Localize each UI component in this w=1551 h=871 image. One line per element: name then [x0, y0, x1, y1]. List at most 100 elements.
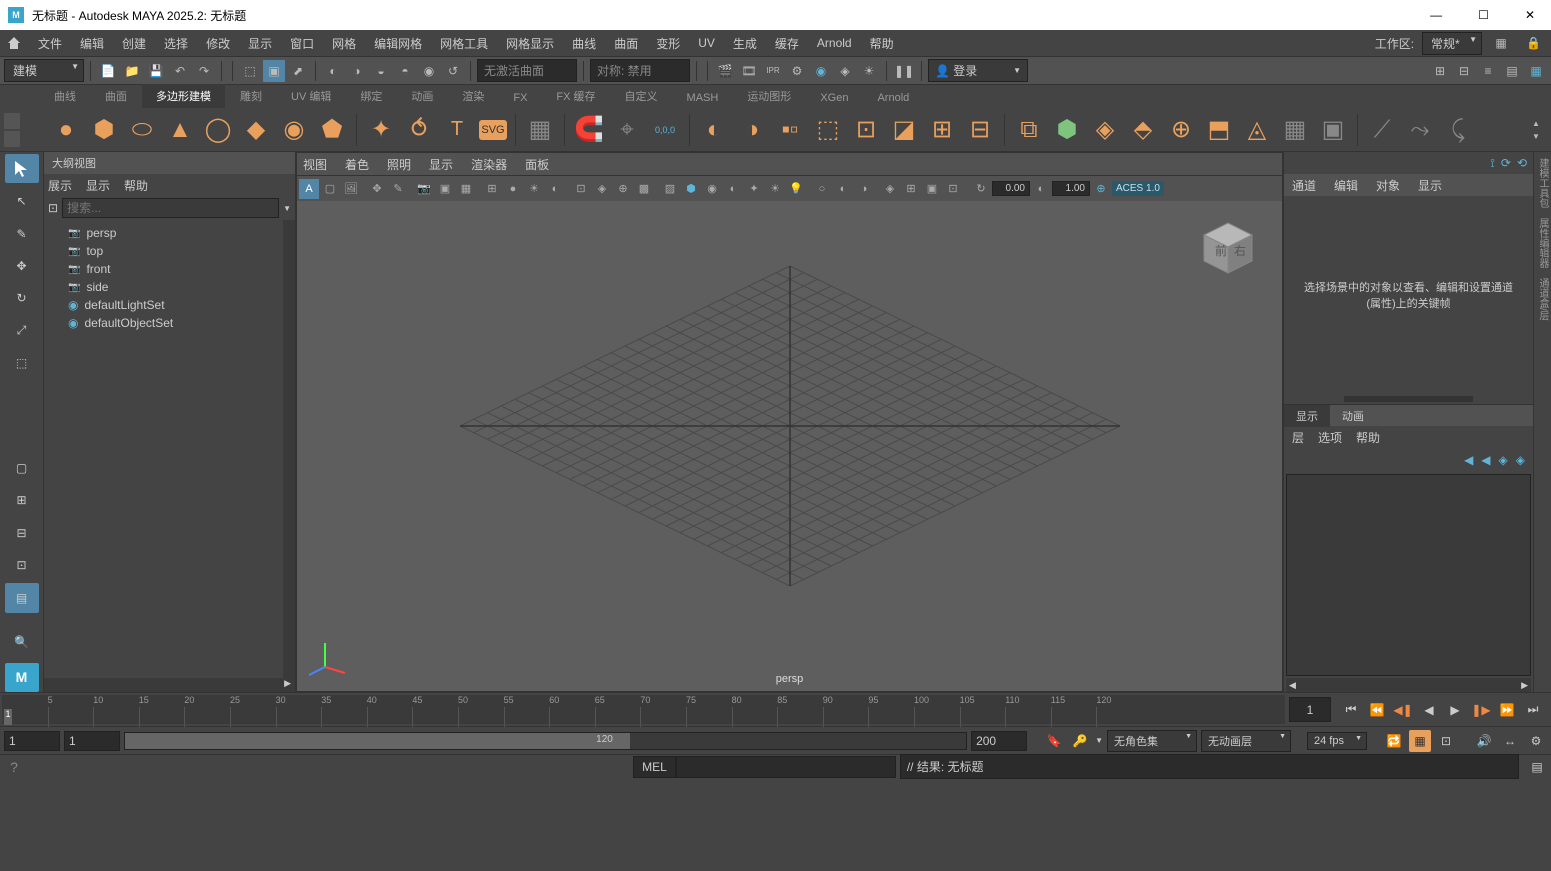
- menu-uv[interactable]: UV: [690, 32, 723, 54]
- menu-create[interactable]: 创建: [114, 31, 154, 56]
- outliner-hscroll-right[interactable]: ▶: [280, 678, 295, 692]
- poly-cone-icon[interactable]: ▲: [164, 114, 196, 146]
- outliner-menu-show[interactable]: 显示: [86, 177, 110, 194]
- poly-cube-icon[interactable]: ⬢: [88, 114, 120, 146]
- shelf-tab-mograph[interactable]: 运动图形: [733, 84, 805, 108]
- vp-menu-view[interactable]: 视图: [303, 156, 327, 173]
- open-scene-icon[interactable]: 📁: [121, 60, 143, 82]
- menu-meshtools[interactable]: 网格工具: [432, 31, 496, 56]
- shelf-tab-animation[interactable]: 动画: [397, 84, 447, 108]
- light-editor-icon[interactable]: ☀: [858, 60, 880, 82]
- pause-icon[interactable]: ❚❚: [893, 60, 915, 82]
- vp-menu-lighting[interactable]: 照明: [387, 156, 411, 173]
- retopo-icon[interactable]: ◈: [1089, 114, 1121, 146]
- viewport-3d[interactable]: persp 前 右: [297, 201, 1282, 691]
- maya-logo-icon[interactable]: M: [5, 663, 39, 692]
- curve-tool-1-icon[interactable]: ⟋: [1366, 114, 1398, 146]
- extrude-icon[interactable]: ⬚: [812, 114, 844, 146]
- vp-xray-joints-icon[interactable]: ⊕: [613, 179, 633, 199]
- set-key-icon[interactable]: 🔑: [1069, 730, 1091, 752]
- current-frame-field[interactable]: [1289, 697, 1331, 722]
- poly-type-icon[interactable]: T: [441, 114, 473, 146]
- vp-wireframe-shade-icon[interactable]: ▩: [634, 179, 654, 199]
- menu-deform[interactable]: 变形: [648, 31, 688, 56]
- select-mode-hierarchy-icon[interactable]: ⬈: [287, 60, 309, 82]
- render-settings-icon[interactable]: ⚙: [786, 60, 808, 82]
- help-icon[interactable]: ?: [0, 759, 28, 775]
- remesh-icon[interactable]: ⬒: [1203, 114, 1235, 146]
- smooth-icon[interactable]: ⬢: [1051, 114, 1083, 146]
- range-in-field[interactable]: [64, 731, 120, 751]
- vp-menu-display[interactable]: 显示: [429, 156, 453, 173]
- workspace-sidebar-icon[interactable]: ▦: [1490, 32, 1512, 54]
- tab-modeling-toolkit[interactable]: 建模工具包: [1535, 158, 1550, 208]
- vp-poly-count-icon[interactable]: ⊡: [943, 179, 963, 199]
- boolean-icon[interactable]: ▪▫: [774, 114, 806, 146]
- symmetry-field[interactable]: 对称: 禁用: [590, 59, 690, 82]
- vp-ssao-icon[interactable]: ◐: [833, 179, 853, 199]
- vp-menu-panel[interactable]: 面板: [525, 156, 549, 173]
- vp-grid-toggle-icon[interactable]: ⊞: [901, 179, 921, 199]
- vp-smooth-shade-icon[interactable]: ●: [503, 179, 523, 199]
- vp-motion-blur-icon[interactable]: ◐: [723, 179, 743, 199]
- vp-anti-alias-icon[interactable]: ✦: [744, 179, 764, 199]
- rp-hyperbolic-icon[interactable]: ⟲: [1517, 156, 1527, 170]
- layers-hscroll[interactable]: ◀▶: [1286, 678, 1531, 692]
- vp-gate-mask-icon[interactable]: ▦: [456, 179, 476, 199]
- playback-toggle-icon[interactable]: ⊡: [1435, 730, 1457, 752]
- anim-layer-dropdown[interactable]: 无动画层: [1201, 730, 1291, 752]
- poly-torus-icon[interactable]: ◯: [202, 114, 234, 146]
- menu-editmesh[interactable]: 编辑网格: [366, 31, 430, 56]
- close-button[interactable]: ✕: [1517, 6, 1543, 24]
- menu-mesh[interactable]: 网格: [324, 31, 364, 56]
- lasso-tool[interactable]: ↖: [5, 186, 39, 215]
- single-pane-icon[interactable]: ▢: [5, 453, 39, 482]
- menu-arnold[interactable]: Arnold: [809, 32, 860, 54]
- reduce-icon[interactable]: ▣: [1317, 114, 1349, 146]
- vp-wireframe-icon[interactable]: ⊞: [482, 179, 502, 199]
- shelf-tab-rendering[interactable]: 渲染: [448, 84, 498, 108]
- display-layers-list[interactable]: [1286, 474, 1531, 676]
- outliner-menu-help[interactable]: 帮助: [124, 177, 148, 194]
- vp-hardware-texturing-icon[interactable]: ⬢: [681, 179, 701, 199]
- cached-playback-icon[interactable]: ▦: [1409, 730, 1431, 752]
- audio-icon[interactable]: 🔊: [1473, 730, 1495, 752]
- combine-icon[interactable]: ◐: [698, 114, 730, 146]
- vp-ao-icon[interactable]: ◉: [702, 179, 722, 199]
- outliner-menu-display[interactable]: 展示: [48, 177, 72, 194]
- shelf-tab-arnold[interactable]: Arnold: [863, 88, 923, 108]
- last-tool[interactable]: ⬚: [5, 349, 39, 378]
- rp-tab2-anim[interactable]: 动画: [1330, 405, 1376, 427]
- vp-light-icon[interactable]: 💡: [786, 179, 806, 199]
- rp-tab-channels[interactable]: 通道: [1292, 177, 1316, 194]
- vp-xray-icon[interactable]: ◈: [592, 179, 612, 199]
- curve-tool-2-icon[interactable]: ⤳: [1404, 114, 1436, 146]
- vp-menu-shading[interactable]: 着色: [345, 156, 369, 173]
- vp-textured-icon[interactable]: ▨: [660, 179, 680, 199]
- rotate-tool[interactable]: ↻: [5, 284, 39, 313]
- quad-draw-icon[interactable]: ⬘: [1127, 114, 1159, 146]
- vp-fog-icon[interactable]: ○: [812, 179, 832, 199]
- minimize-button[interactable]: —: [1422, 6, 1450, 24]
- vp-exposure-field[interactable]: 0.00: [992, 181, 1030, 196]
- script-editor-icon[interactable]: ▤: [1523, 760, 1551, 774]
- go-end-icon[interactable]: ⏭: [1523, 700, 1543, 720]
- shelf-tab-uvedit[interactable]: UV 编辑: [277, 84, 345, 108]
- vp-shadows-icon[interactable]: ◐: [545, 179, 565, 199]
- vp-2d-pan-icon[interactable]: ✥: [367, 179, 387, 199]
- poly-sphere-icon[interactable]: ●: [50, 114, 82, 146]
- bevel-icon[interactable]: ◪: [888, 114, 920, 146]
- shelf-tab-sculpt[interactable]: 雕刻: [226, 84, 276, 108]
- rp-speed-icon[interactable]: ⟳: [1501, 156, 1511, 170]
- loop-icon[interactable]: 🔁: [1383, 730, 1405, 752]
- search-tool-icon[interactable]: 🔍: [5, 627, 39, 656]
- layer-move-up-icon[interactable]: ◀: [1464, 453, 1473, 467]
- step-forward-frame-icon[interactable]: ❚▶: [1471, 700, 1491, 720]
- rp-tab-object[interactable]: 对象: [1376, 177, 1400, 194]
- outliner-toggle-icon[interactable]: ▤: [5, 583, 39, 612]
- menu-curves[interactable]: 曲线: [564, 31, 604, 56]
- step-back-key-icon[interactable]: ⏪: [1367, 700, 1387, 720]
- outliner-filter-icon[interactable]: ⊡: [48, 201, 58, 215]
- move-tool[interactable]: ✥: [5, 251, 39, 280]
- step-back-frame-icon[interactable]: ◀❚: [1393, 700, 1413, 720]
